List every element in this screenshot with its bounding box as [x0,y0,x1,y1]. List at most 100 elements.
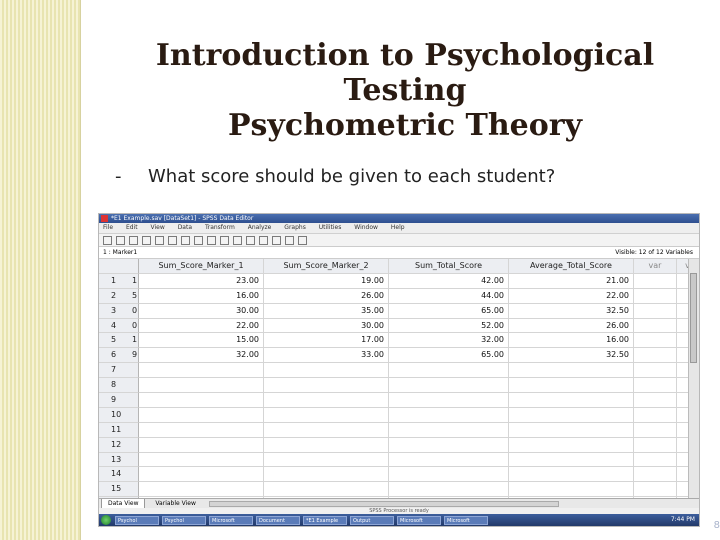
table-cell[interactable] [634,452,677,468]
table-cell[interactable]: 26.00 [509,318,634,334]
use-sets-icon[interactable] [298,235,307,245]
table-cell[interactable] [139,482,264,498]
table-cell[interactable] [139,452,264,468]
menu-data[interactable]: Data [178,224,192,231]
menu-help[interactable]: Help [391,224,405,231]
table-cell[interactable] [389,437,509,453]
table-cell[interactable] [389,467,509,483]
table-cell[interactable] [389,452,509,468]
table-cell[interactable] [264,482,389,498]
table-cell[interactable] [264,452,389,468]
prior-column-cell[interactable]: 1 [132,333,137,347]
open-icon[interactable] [103,235,112,245]
table-cell[interactable] [634,467,677,483]
table-cell[interactable] [389,422,509,438]
variables-icon[interactable] [194,235,203,245]
table-cell[interactable] [509,452,634,468]
table-cell[interactable] [389,363,509,379]
column-header[interactable]: Average_Total_Score [509,259,634,274]
table-cell[interactable]: 16.00 [139,288,264,304]
row-number[interactable]: 69 [99,348,139,364]
horizontal-scrollbar[interactable] [209,501,559,507]
table-cell[interactable] [509,467,634,483]
menu-analyze[interactable]: Analyze [248,224,272,231]
table-cell[interactable]: 32.50 [509,303,634,319]
table-cell[interactable] [139,407,264,423]
menu-edit[interactable]: Edit [126,224,138,231]
table-cell[interactable] [509,437,634,453]
table-cell[interactable]: 16.00 [509,333,634,349]
prior-column-cell[interactable]: 0 [132,304,137,318]
table-cell[interactable] [509,482,634,498]
table-cell[interactable]: 15.00 [139,333,264,349]
table-cell[interactable] [264,422,389,438]
table-cell[interactable]: 30.00 [139,303,264,319]
column-header[interactable]: var [634,259,677,274]
table-cell[interactable] [634,288,677,304]
dialog-recall-icon[interactable] [142,235,151,245]
table-cell[interactable] [389,393,509,408]
menu-window[interactable]: Window [354,224,378,231]
table-cell[interactable] [509,407,634,423]
table-cell[interactable] [634,437,677,453]
row-number[interactable]: 25 [99,288,139,304]
table-cell[interactable]: 35.00 [264,303,389,319]
table-cell[interactable]: 33.00 [264,348,389,364]
row-number[interactable]: 40 [99,318,139,334]
prior-column-cell[interactable]: 1 [132,274,137,288]
table-cell[interactable]: 26.00 [264,288,389,304]
row-number[interactable]: 7 [99,363,139,379]
table-cell[interactable] [634,393,677,408]
table-cell[interactable]: 44.00 [389,288,509,304]
start-button[interactable] [101,515,111,525]
table-cell[interactable] [634,422,677,438]
table-cell[interactable] [264,363,389,379]
taskbar-item[interactable]: Psychol [115,515,159,525]
taskbar-item[interactable]: Microsoft [209,515,253,525]
table-cell[interactable] [634,482,677,498]
table-cell[interactable] [139,437,264,453]
table-cell[interactable] [634,363,677,379]
split-file-icon[interactable] [246,235,255,245]
row-number[interactable]: 8 [99,378,139,394]
prior-column-cell[interactable]: 5 [132,289,137,303]
table-cell[interactable]: 17.00 [264,333,389,349]
table-cell[interactable]: 30.00 [264,318,389,334]
table-cell[interactable] [509,378,634,394]
table-cell[interactable] [139,422,264,438]
table-cell[interactable]: 65.00 [389,303,509,319]
table-cell[interactable] [264,378,389,394]
table-cell[interactable] [634,378,677,394]
table-cell[interactable]: 32.00 [389,333,509,349]
table-cell[interactable] [634,303,677,319]
insert-cases-icon[interactable] [220,235,229,245]
table-cell[interactable] [634,407,677,423]
undo-icon[interactable] [155,235,164,245]
table-cell[interactable]: 22.00 [139,318,264,334]
table-cell[interactable] [139,467,264,483]
table-cell[interactable]: 65.00 [389,348,509,364]
taskbar-item[interactable]: *E1 Example [303,515,347,525]
taskbar-item[interactable]: Output [350,515,394,525]
table-cell[interactable] [139,363,264,379]
row-number[interactable]: 15 [99,482,139,498]
table-cell[interactable]: 19.00 [264,273,389,289]
column-header[interactable]: Sum_Score_Marker_2 [264,259,389,274]
table-cell[interactable] [509,363,634,379]
table-cell[interactable]: 32.00 [139,348,264,364]
redo-icon[interactable] [168,235,177,245]
table-cell[interactable] [509,422,634,438]
table-cell[interactable]: 32.50 [509,348,634,364]
table-cell[interactable]: 52.00 [389,318,509,334]
value-labels-icon[interactable] [285,235,294,245]
menu-view[interactable]: View [151,224,165,231]
print-icon[interactable] [129,235,138,245]
row-number[interactable]: 51 [99,333,139,349]
menu-graphs[interactable]: Graphs [284,224,306,231]
table-cell[interactable] [139,393,264,408]
column-header[interactable]: Sum_Total_Score [389,259,509,274]
table-cell[interactable] [389,378,509,394]
table-cell[interactable] [139,378,264,394]
table-cell[interactable] [634,333,677,349]
menu-file[interactable]: File [103,224,113,231]
